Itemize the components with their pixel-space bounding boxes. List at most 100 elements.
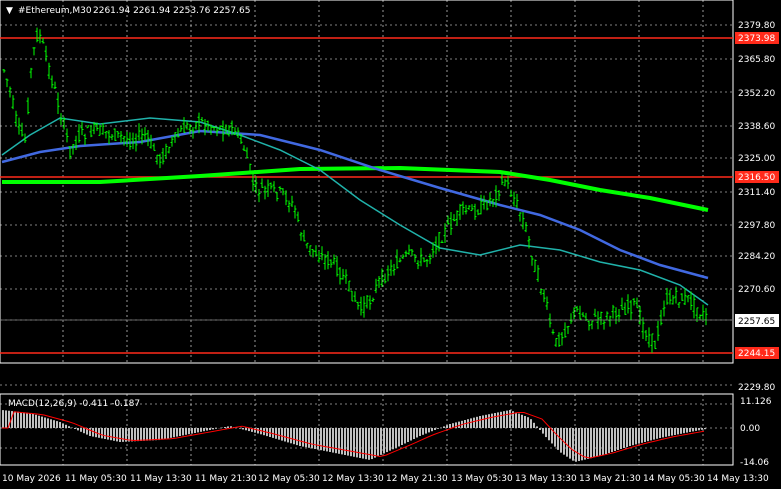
macd-histogram-bar [74, 428, 76, 429]
macd-histogram-bar [341, 428, 343, 455]
macd-tick: 11.126 [740, 397, 772, 407]
macd-histogram-bar [509, 410, 511, 428]
macd-histogram-bar [50, 419, 52, 428]
macd-histogram-bar [644, 428, 646, 442]
macd-histogram-bar [359, 428, 361, 458]
macd-histogram-bar [515, 412, 517, 428]
macd-histogram-bar [485, 414, 487, 428]
macd-histogram-bar [641, 428, 643, 443]
macd-histogram-bar [224, 427, 226, 428]
macd-histogram-bar [206, 428, 208, 431]
macd-histogram-bar [431, 428, 433, 432]
macd-histogram-bar [44, 417, 46, 428]
macd-histogram-bar [200, 428, 202, 432]
macd-histogram-bar [35, 414, 37, 428]
price-tick: 2338.60 [738, 122, 775, 132]
macd-histogram-bar [110, 428, 112, 441]
macd-histogram-bar [401, 428, 403, 445]
time-label: 11 May 13:30 [130, 474, 192, 484]
macd-histogram-bar [134, 428, 136, 442]
macd-histogram-bar [572, 428, 574, 461]
time-label: 14 May 05:30 [643, 474, 705, 484]
macd-histogram-bar [500, 411, 502, 428]
time-label: 10 May 2026 [2, 474, 61, 484]
macd-histogram-bar [647, 428, 649, 442]
macd-histogram-bar [326, 428, 328, 452]
macd-histogram-bar [479, 416, 481, 428]
macd-histogram-bar [629, 428, 631, 446]
macd-tick: 0.00 [740, 424, 760, 434]
macd-histogram-bar [332, 428, 334, 453]
macd-histogram-bar [119, 428, 121, 442]
macd-histogram-bar [554, 428, 556, 447]
macd-histogram-bar [596, 428, 598, 457]
mid-level-price-tag[interactable]: 2316.50 [735, 171, 779, 183]
macd-histogram-bar [482, 415, 484, 428]
macd-histogram-bar [80, 428, 82, 432]
macd-histogram-bar [227, 426, 229, 428]
time-label: 14 May 13:30 [707, 474, 769, 484]
macd-histogram-bar [542, 428, 544, 434]
price-tick: 2284.20 [738, 252, 775, 262]
macd-histogram-bar [272, 428, 274, 438]
macd-histogram-bar [626, 428, 628, 447]
macd-histogram-bar [41, 416, 43, 428]
support-price-tag[interactable]: 2244.15 [735, 347, 779, 359]
macd-histogram-bar [536, 426, 538, 428]
macd-histogram-bar [338, 428, 340, 454]
macd-histogram-bar [494, 413, 496, 428]
macd-label: MACD(12,26,9) -0.411 -0.187 [8, 399, 140, 409]
macd-histogram-bar [170, 428, 172, 438]
macd-histogram-bar [29, 413, 31, 428]
macd-histogram-bar [23, 412, 25, 428]
macd-histogram-bar [59, 422, 61, 428]
macd-histogram-bar [140, 428, 142, 441]
macd-histogram-bar [83, 428, 85, 434]
trading-chart[interactable]: ▼ #Ethereum,M30 2261.94 2261.94 2253.76 … [0, 0, 781, 489]
macd-histogram-bar [671, 428, 673, 436]
price-tick: 2229.80 [738, 383, 775, 393]
macd-histogram-bar [653, 428, 655, 440]
macd-histogram-bar [374, 428, 376, 458]
macd-histogram-bar [419, 428, 421, 436]
macd-histogram-bar [635, 428, 637, 445]
macd-histogram-bar [323, 428, 325, 451]
macd-histogram-bar [674, 428, 676, 435]
macd-tick: -14.06 [740, 458, 769, 468]
macd-histogram-bar [476, 416, 478, 428]
macd-histogram-bar [668, 428, 670, 437]
current-price-tag[interactable]: 2257.65 [735, 314, 779, 327]
macd-histogram-bar [557, 428, 559, 450]
macd-histogram-bar [296, 428, 298, 446]
resistance-price-tag[interactable]: 2373.98 [735, 32, 779, 44]
symbol-dropdown-icon[interactable]: ▼ [6, 6, 13, 16]
macd-histogram-bar [335, 428, 337, 454]
macd-histogram-bar [152, 428, 154, 441]
macd-histogram-bar [38, 415, 40, 428]
macd-histogram-bar [47, 418, 49, 428]
macd-histogram-bar [197, 428, 199, 433]
macd-histogram-bar [605, 428, 607, 454]
macd-histogram-bar [593, 428, 595, 458]
macd-histogram-bar [113, 428, 115, 441]
macd-histogram-bar [491, 413, 493, 428]
macd-histogram-bar [698, 428, 700, 431]
macd-histogram-bar [398, 428, 400, 447]
price-tick: 2325.00 [738, 154, 775, 164]
macd-histogram-bar [395, 428, 397, 448]
macd-histogram-bar [584, 428, 586, 460]
time-label: 11 May 21:30 [195, 474, 257, 484]
macd-histogram-bar [689, 428, 691, 432]
macd-histogram-bar [602, 428, 604, 455]
time-label: 12 May 13:30 [322, 474, 384, 484]
macd-histogram-bar [320, 428, 322, 451]
price-tick: 2270.60 [738, 285, 775, 295]
macd-histogram-bar [614, 428, 616, 451]
macd-histogram-bar [182, 428, 184, 436]
mid-level-price-label: 2316.50 [738, 173, 775, 183]
macd-histogram-bar [137, 428, 139, 442]
macd-histogram-bar [416, 428, 418, 438]
macd-histogram-bar [578, 428, 580, 462]
macd-histogram-bar [308, 428, 310, 448]
resistance-price-label: 2373.98 [738, 34, 775, 44]
